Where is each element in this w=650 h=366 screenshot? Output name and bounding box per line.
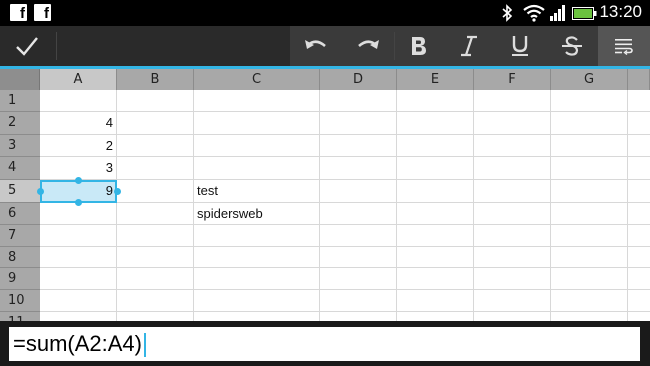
wifi-icon [523,4,545,22]
formula-text: =sum(A2:A4) [13,331,142,356]
text-caret [144,333,146,358]
grid-line [40,311,650,312]
cell-a2[interactable]: 4 [40,112,117,134]
grid-line [40,156,650,157]
grid-line [40,202,650,203]
formula-input[interactable]: =sum(A2:A4) [9,327,640,361]
underline-button[interactable] [494,26,546,66]
italic-icon [461,35,477,57]
signal-icon [550,5,565,21]
grid-line [40,111,650,112]
toolbar-divider [56,32,57,60]
row-header-4[interactable]: 4 [0,157,40,180]
row-header-7[interactable]: 7 [0,225,40,247]
bold-icon [412,37,426,55]
column-header-e[interactable]: E [397,69,474,90]
column-header-g[interactable]: G [551,69,628,90]
cell-c5[interactable]: test [197,180,317,202]
grid-line [40,289,650,290]
column-header-d[interactable]: D [320,69,397,90]
row-header-1[interactable]: 1 [0,90,40,112]
row-header-6[interactable]: 6 [0,203,40,225]
row-header-8[interactable]: 8 [0,247,40,268]
column-header-a[interactable]: A [40,69,117,90]
undo-icon [305,40,326,49]
row-header-9[interactable]: 9 [0,268,40,290]
column-header-h[interactable] [628,69,650,90]
redo-icon [358,40,379,49]
row-header-11[interactable]: 11 [0,312,40,321]
bold-button[interactable] [394,26,444,66]
grid-line [193,90,194,321]
column-header-f[interactable]: F [474,69,551,90]
confirm-check-icon [16,37,38,56]
cell-a3[interactable]: 2 [40,135,117,157]
cell-a4[interactable]: 3 [40,157,117,179]
status-bar: f f 13:20 [0,0,650,26]
confirm-button[interactable] [0,26,54,66]
underline-icon [512,36,528,56]
select-all-corner[interactable] [0,69,40,90]
grid-line [627,90,628,321]
grid-line [40,179,650,180]
strikethrough-icon [562,36,582,56]
column-header-c[interactable]: C [194,69,320,90]
italic-button[interactable] [444,26,494,66]
undo-button[interactable] [290,26,342,66]
row-header-2[interactable]: 2 [0,112,40,135]
formula-bar: =sum(A2:A4) [0,321,650,366]
row-header-10[interactable]: 10 [0,290,40,312]
status-clock: 13:20 [599,2,642,21]
grid-line [396,90,397,321]
grid-line [550,90,551,321]
facebook-icon: f [10,4,27,22]
column-header-b[interactable]: B [117,69,194,90]
spreadsheet-grid[interactable]: A B C D E F G 1 2 3 4 5 6 7 8 9 10 11 4 … [0,69,650,321]
grid-line [40,134,650,135]
row-header-5[interactable]: 5 [0,180,40,203]
cell-c6[interactable]: spidersweb [197,203,317,225]
battery-icon [572,7,597,20]
wrap-text-icon [615,39,633,55]
grid-line [40,224,650,225]
strikethrough-button[interactable] [546,26,598,66]
wrap-text-button[interactable] [598,26,650,66]
grid-line [473,90,474,321]
redo-button[interactable] [342,26,394,66]
facebook-icon: f [34,4,51,22]
row-header-3[interactable]: 3 [0,135,40,157]
cell-a5[interactable]: 9 [40,180,117,202]
edit-toolbar [0,26,650,69]
bluetooth-icon [502,4,513,22]
grid-line [40,246,650,247]
grid-line [40,267,650,268]
grid-line [319,90,320,321]
